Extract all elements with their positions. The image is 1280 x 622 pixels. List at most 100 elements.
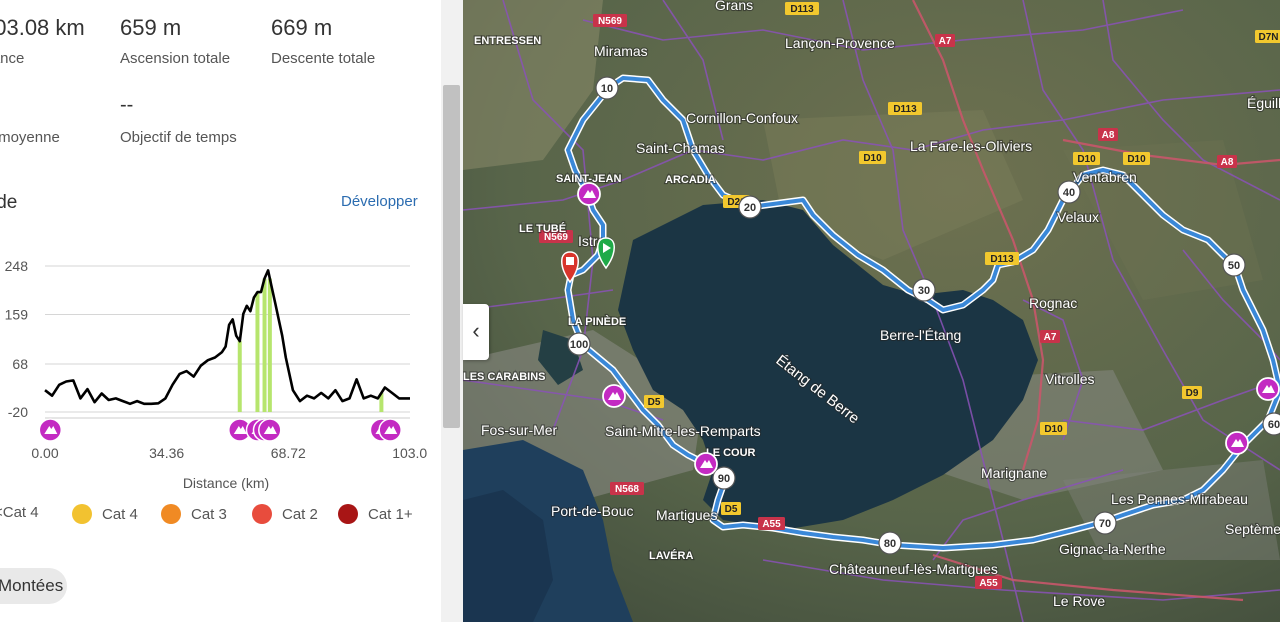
- road-shield-label: A55: [762, 519, 781, 530]
- route-details-panel: 103.08 km Distance 659 m Ascension total…: [0, 0, 441, 622]
- climb-grade-bar: [267, 278, 272, 412]
- climb-grade-bar: [237, 341, 242, 412]
- map-place-label: Le Rove: [1053, 593, 1105, 609]
- y-tick-label: 68: [12, 356, 28, 372]
- expand-link[interactable]: Développer: [341, 193, 418, 210]
- road-shield-label: D5: [725, 504, 738, 515]
- climb-pin[interactable]: [602, 384, 626, 408]
- climbs-button[interactable]: Montées: [0, 568, 67, 604]
- km-marker-label: 20: [744, 202, 756, 214]
- map-place-label: Marignane: [981, 465, 1047, 481]
- km-marker[interactable]: 40: [1057, 180, 1081, 204]
- map-place-label: Berre-l'Étang: [880, 327, 961, 343]
- road-shield: A8: [1098, 128, 1118, 141]
- road-shield: D10: [1073, 152, 1100, 165]
- km-marker[interactable]: 70: [1093, 511, 1117, 535]
- legend-label: Cat 4: [102, 505, 138, 523]
- distance-value: 103.08 km: [0, 15, 85, 40]
- road-shield-label: D113: [893, 104, 917, 115]
- ascent-label: Ascension totale: [120, 50, 231, 67]
- km-marker[interactable]: 20: [738, 195, 762, 219]
- climb-pin[interactable]: [1225, 431, 1249, 455]
- climb-marker[interactable]: [38, 418, 63, 442]
- stop-icon: [566, 257, 574, 265]
- road-shield: D113: [785, 2, 819, 15]
- road-shield: A55: [758, 517, 785, 530]
- road-shield-label: D9: [1186, 388, 1199, 399]
- road-shield-label: D113: [790, 4, 814, 15]
- road-shield: A8: [1217, 155, 1237, 168]
- km-marker[interactable]: 100: [567, 332, 591, 356]
- road-shield-label: D10: [1127, 154, 1146, 165]
- legend-item: Cat 4: [72, 504, 138, 524]
- road-shield: A55: [975, 576, 1002, 589]
- time-goal-label: Objectif de temps: [120, 129, 237, 146]
- climb-grade-bar: [262, 278, 267, 412]
- descent-label: Descente totale: [271, 50, 376, 67]
- road-shield-label: A7: [1044, 332, 1057, 343]
- road-shield-label: A8: [1102, 130, 1115, 141]
- km-marker[interactable]: 80: [878, 531, 902, 555]
- route-map[interactable]: N569 D113 A7 D7N D113 D10 D10 A8 A8 D10 D10 N569 D11…: [463, 0, 1280, 622]
- map-place-label: Grans: [715, 0, 753, 13]
- map-place-label: Cornillon-Confoux: [686, 110, 798, 126]
- legend-item: Cat 3: [161, 504, 227, 524]
- elevation-title: Altitude: [0, 192, 18, 213]
- speed-label: Vitesse moyenne: [0, 129, 60, 146]
- map-place-label: Saint-Mitre-les-Remparts: [605, 423, 761, 439]
- road-shield: A7: [1040, 330, 1060, 343]
- y-tick-label: -20: [8, 404, 28, 420]
- road-shield-label: D10: [1077, 154, 1096, 165]
- legend-item: Cat 2: [252, 504, 318, 524]
- map-place-label: ENTRESSEN: [474, 35, 541, 47]
- road-shield-label: A8: [1221, 157, 1234, 168]
- km-marker[interactable]: 10: [595, 76, 619, 100]
- map-place-label: Miramas: [594, 43, 648, 59]
- time-goal-value: --: [120, 94, 134, 116]
- km-marker[interactable]: 60: [1262, 412, 1280, 436]
- y-tick-label: 159: [5, 306, 29, 322]
- climb-pin[interactable]: [694, 452, 718, 476]
- km-marker[interactable]: 50: [1222, 253, 1246, 277]
- km-marker-label: 80: [884, 538, 896, 550]
- road-shield: D113: [888, 102, 922, 115]
- distance-label: Distance: [0, 50, 25, 67]
- legend-swatch: [338, 504, 358, 524]
- road-shield: D7N: [1255, 30, 1280, 43]
- x-tick-label: 103.0: [392, 445, 427, 461]
- climb-pin[interactable]: [1256, 377, 1280, 401]
- road-shield-label: D113: [990, 254, 1014, 265]
- map-place-label: Saint-Chamas: [636, 140, 725, 156]
- road-shield: N568: [610, 482, 644, 495]
- legend-label: Cat 3: [191, 505, 227, 523]
- elevation-line: [44, 269, 410, 406]
- legend-swatch: [252, 504, 272, 524]
- climb-marker[interactable]: [258, 418, 282, 442]
- map-place-label: LES CARABINS: [463, 371, 546, 383]
- km-marker-label: 30: [918, 285, 930, 297]
- map-canvas[interactable]: N569D113A7 D7ND113D10 D10A8A8D10D10N569D11…: [463, 0, 1280, 622]
- map-place-label: Martigues: [656, 507, 717, 523]
- map-place-label: Fos-sur-Mer: [481, 422, 558, 438]
- climb-marker[interactable]: [378, 418, 402, 442]
- legend-label: Cat 1+: [368, 505, 413, 523]
- map-place-label: ARCADIA: [665, 174, 716, 186]
- road-shield: D5: [721, 502, 741, 515]
- km-marker-label: 90: [718, 473, 730, 485]
- road-shield: D10: [1123, 152, 1150, 165]
- road-shield: D10: [859, 151, 886, 164]
- map-place-label: Éguille: [1247, 95, 1280, 111]
- scrollbar-thumb[interactable]: [443, 85, 460, 428]
- collapse-panel-button[interactable]: ‹: [463, 304, 489, 360]
- road-shield: N569: [593, 14, 627, 27]
- descent-value: 669 m: [271, 15, 333, 40]
- map-place-label: LE TUBÉ: [519, 222, 566, 235]
- km-marker-label: 100: [570, 339, 588, 351]
- km-marker-label: 50: [1228, 260, 1240, 272]
- legend-swatch: [72, 504, 92, 524]
- road-shield: D9: [1182, 386, 1202, 399]
- km-marker[interactable]: 30: [912, 278, 936, 302]
- road-shield-label: D7N: [1258, 32, 1278, 43]
- climb-pin[interactable]: [577, 182, 601, 206]
- km-marker[interactable]: 90: [712, 466, 736, 490]
